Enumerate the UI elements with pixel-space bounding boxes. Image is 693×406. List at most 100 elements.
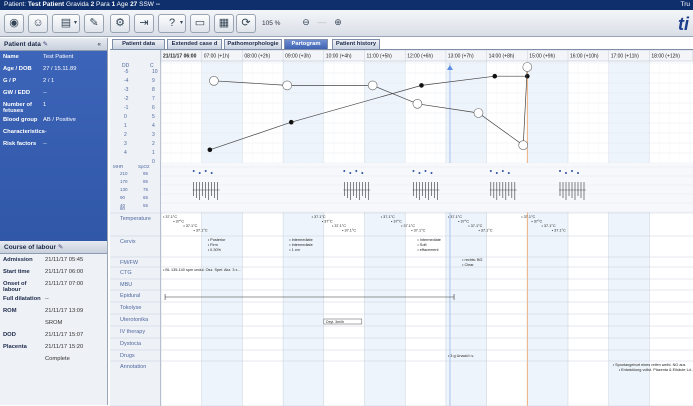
station-point (412, 98, 423, 109)
field-label: Risk factors (3, 141, 37, 147)
refresh-icon[interactable]: ⟳ (236, 14, 256, 33)
field-label: G / P (3, 78, 17, 84)
dilation-tick: 7 (152, 96, 155, 102)
time-label: 13:00 (+7h) (448, 54, 474, 60)
fhr-dot (489, 170, 492, 172)
field-value: 21/11/17 15:20 (45, 344, 84, 350)
station-point (367, 80, 378, 91)
sidebar-field: Age / DOB 27 / 15.11.89 (3, 66, 104, 75)
course-of-labour-panel: Admission 21/11/17 05:45 Start time 21/11/1… (0, 254, 107, 371)
temperature-value: • 37.1°C (183, 224, 197, 228)
temperature-value: • 37.1°C (381, 215, 395, 219)
dilation-tick: 2 (152, 141, 155, 147)
temperature-value: • 37.1°C (163, 215, 177, 219)
edit-icon[interactable]: ✎ (84, 14, 104, 33)
form-dropdown-button[interactable]: ▤ ▾ (52, 14, 80, 33)
axis-title: MHR (113, 164, 124, 169)
temperature-value: • 37.1°C (342, 229, 356, 233)
zoom-out-icon[interactable]: ⊖ (300, 14, 312, 33)
temperature-value: • 37.1°C (411, 229, 425, 233)
field-value: -- (45, 296, 49, 302)
temperature-value: • 37°C (322, 220, 333, 224)
station-tick: 4 (124, 150, 127, 156)
dilation-tick: 3 (152, 132, 155, 138)
cervix-value: • Intermediate (417, 238, 441, 242)
cervix-value: • effacement (417, 248, 439, 252)
dilation-tick: 9 (152, 78, 155, 84)
temperature-value: • 37.1°C (401, 224, 415, 228)
station-tick: -3 (124, 87, 129, 93)
fhr-dot (565, 172, 567, 174)
time-label: 07:00 (+1h) (204, 54, 230, 60)
fhr-dot (361, 172, 364, 174)
tab-extended-case-d[interactable]: Extended case d (167, 39, 222, 49)
field-label: Blood group (3, 117, 38, 123)
monitor-icon[interactable]: ▭ (190, 14, 210, 33)
sidebar-field: Blood group AB / Positive (3, 117, 104, 126)
field-label (3, 356, 45, 365)
edit-icon[interactable]: ✎ (58, 244, 63, 251)
temperature-value: • 37.1°C (542, 224, 556, 228)
partogram-chart: 21/11/17 06:00 07:00 (+1h) 08:00 (+2h) 09:0… (110, 50, 693, 406)
fhr-dot (192, 170, 195, 172)
camera-icon[interactable]: ◉ (4, 14, 24, 33)
export-icon[interactable]: ⇥ (134, 14, 154, 33)
station-tick: -4 (124, 78, 129, 84)
time-label: 15:00 (+9h) (529, 54, 555, 60)
field-value: 27 / 15.11.89 (43, 66, 77, 72)
station-tick: 1 (124, 123, 127, 129)
tab-pathomorphologie[interactable]: Pathomorphologie (224, 39, 282, 49)
collapse-icon[interactable]: « (97, 38, 101, 51)
dilation-point (419, 83, 424, 88)
fhr-dot (577, 172, 579, 174)
field-label: Age / DOB (3, 66, 32, 72)
help-dropdown-button[interactable]: ? ▾ (158, 14, 186, 33)
sidebar-field: G / P 2 / 1 (3, 78, 104, 87)
app-logo: ti (678, 14, 689, 34)
fhr-tick: 170 (120, 179, 128, 184)
field-label: ROM (3, 308, 17, 314)
title-bar: Patient: Test Patient Gravida 2 Para 1 A… (0, 0, 693, 10)
temperature-value: • 37.1°C (332, 224, 346, 228)
tab-patient-history[interactable]: Patient history (332, 39, 380, 49)
fhr-dot (412, 170, 415, 172)
zoom-level[interactable]: 105 % (262, 20, 280, 27)
dilation-point (492, 73, 498, 79)
sidebar-field: ROM 21/11/17 13:09 (3, 308, 104, 317)
tab-patient-data[interactable]: Patient data (112, 39, 165, 49)
fhr-dot (571, 170, 573, 172)
tab-bar: Patient data Extended case d Pathomorpholo… (110, 38, 693, 49)
time-label: 08:00 (+2h) (244, 54, 270, 60)
cervix-value: • Firm (208, 243, 218, 247)
temperature-value: • 37.1°C (468, 224, 482, 228)
sidebar: Patient data ✎ « Name Test Patient Age / DO… (0, 38, 108, 405)
field-label (3, 320, 45, 329)
cervix-value: • 0.30% (208, 248, 222, 252)
fhr-dot (355, 170, 358, 172)
time-label: 16:00 (+10h) (570, 54, 599, 60)
dilation-tick: 10 (152, 69, 158, 75)
spo2-tick: 65 (143, 195, 149, 200)
spo2-tick: 95 (143, 171, 149, 176)
dilation-point (288, 119, 294, 125)
zoom-in-icon[interactable]: ⊕ (332, 14, 344, 33)
sidebar-field: GW / EDD -- (3, 90, 104, 99)
cervix-value: • 1 cm (289, 248, 300, 252)
time-label: 14:00 (+8h) (489, 54, 515, 60)
calendar-icon[interactable]: ▦ (214, 14, 234, 33)
field-label: Placenta (3, 344, 27, 350)
people-icon[interactable]: ☺ (28, 14, 48, 33)
field-value: Test Patient (43, 54, 74, 60)
time-label: 09:00 (+3h) (285, 54, 311, 60)
dilation-tick: 6 (152, 105, 155, 111)
title-right: Tru (680, 1, 690, 8)
tab-partogram[interactable]: Partogram (284, 39, 328, 49)
station-tick: -5 (124, 69, 129, 75)
edit-icon[interactable]: ✎ (43, 41, 48, 48)
fhr-dot (198, 172, 201, 174)
sidebar-field: Full dilatation -- (3, 296, 104, 305)
station-point (209, 75, 219, 86)
settings-icon[interactable]: ⚙ (110, 14, 130, 33)
zoom-slider[interactable]: — (316, 14, 328, 33)
time-label: 17:00 (+11h) (611, 54, 639, 60)
